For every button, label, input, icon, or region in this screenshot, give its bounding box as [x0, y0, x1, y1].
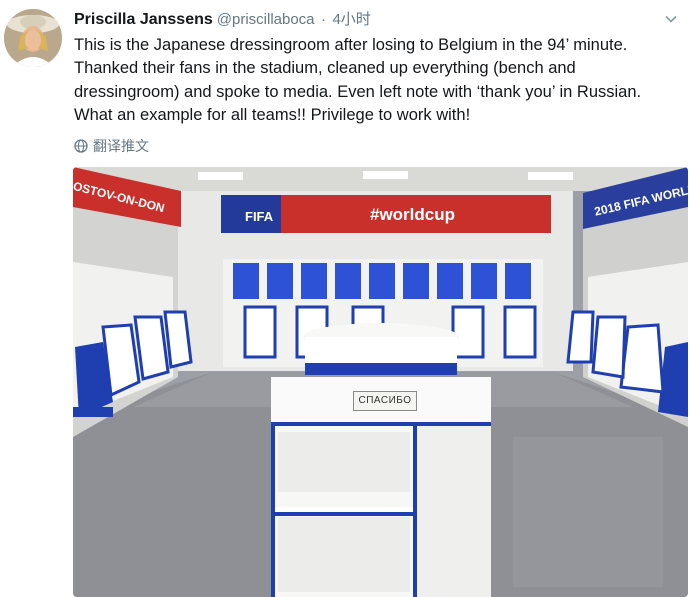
tweet-text-line: Thanked their fans in the stadium, clean…: [74, 59, 576, 78]
chevron-down-icon[interactable]: [664, 12, 678, 26]
tweet-header: Priscilla Janssens @priscillaboca · 4小时: [74, 8, 371, 30]
tweet-text-line: dressingroom) and spoke to media. Even l…: [74, 82, 642, 101]
author-name[interactable]: Priscilla Janssens: [74, 11, 213, 28]
tweet-text-line: This is the Japanese dressingroom after …: [74, 36, 628, 54]
translate-tweet-link[interactable]: 翻译推文: [74, 137, 149, 155]
avatar[interactable]: [4, 9, 62, 67]
translate-label: 翻译推文: [93, 138, 149, 154]
globe-icon: [74, 139, 88, 153]
tweet-photo[interactable]: OSTOV-ON-DON FIFA #worldcup 2018 FIFA WO…: [73, 167, 688, 597]
thank-you-note: СПАСИБО: [353, 391, 417, 411]
tweet-text-line: What an example for all teams!! Privileg…: [74, 105, 471, 124]
tweet-text: This is the Japanese dressingroom after …: [74, 34, 674, 127]
separator-dot: ·: [320, 11, 326, 28]
tweet: Priscilla Janssens @priscillaboca · 4小时 T…: [0, 0, 690, 597]
timestamp[interactable]: 4小时: [332, 11, 370, 28]
author-handle[interactable]: @priscillaboca: [217, 11, 315, 28]
banner-fifa-logo: FIFA: [245, 209, 274, 224]
banner-worldcup: #worldcup: [370, 205, 456, 224]
